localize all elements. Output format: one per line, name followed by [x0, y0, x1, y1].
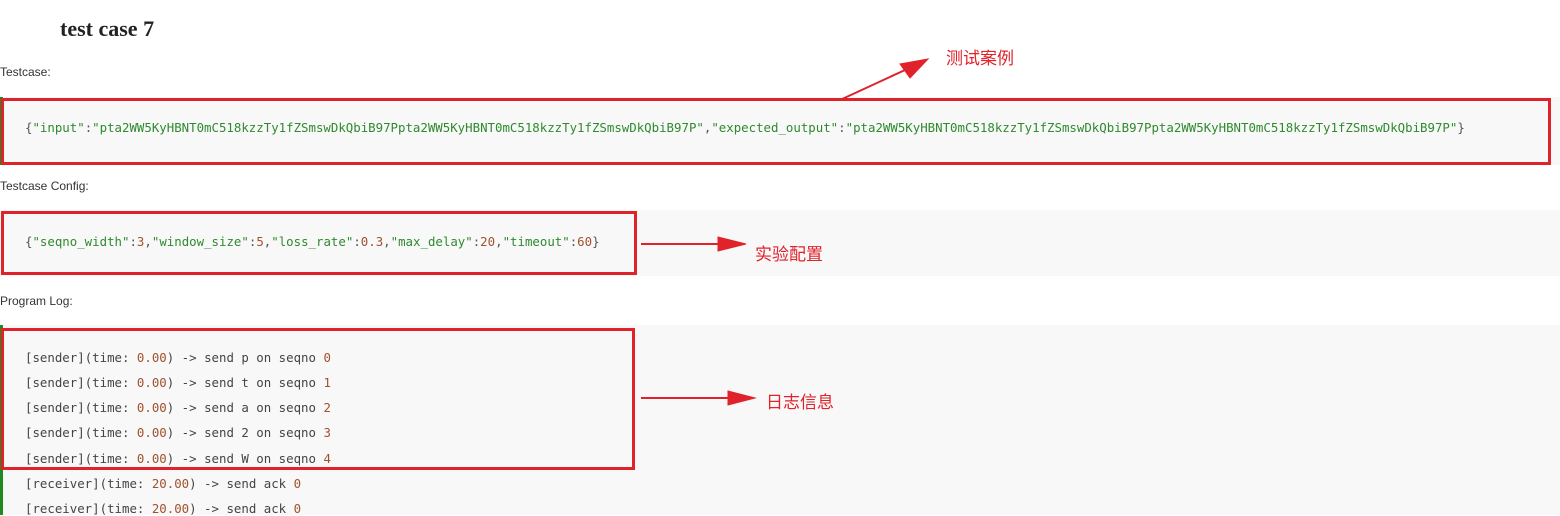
config-arrow-head [717, 236, 747, 252]
log-annotation: 日志信息 [766, 393, 834, 412]
config-annotation: 实验配置 [755, 245, 823, 264]
log-arrow-head [727, 390, 757, 406]
testcase-arrow-shaft [839, 69, 906, 101]
testcase-arrow-head [899, 58, 930, 79]
testcase-annotation: 测试案例 [946, 49, 1014, 68]
